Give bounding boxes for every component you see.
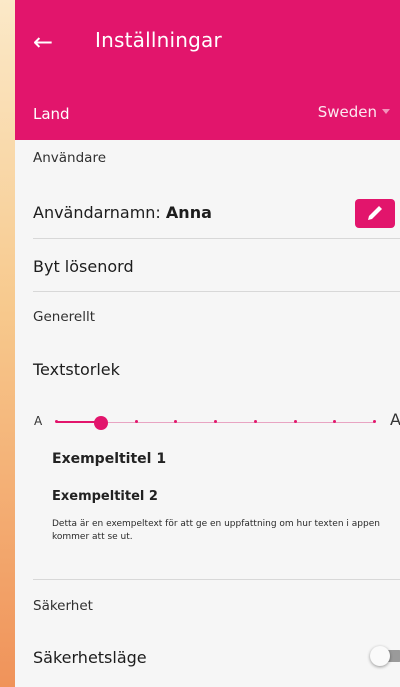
country-value: Sweden — [317, 103, 377, 121]
side-gradient-strip — [0, 0, 15, 687]
username-row: Användarnamn: Anna — [33, 203, 212, 222]
example-title-2: Exempeltitel 2 — [52, 489, 158, 504]
text-size-slider[interactable]: A A — [31, 408, 400, 438]
page-title: Inställningar — [95, 28, 222, 52]
slider-max-label: A — [390, 410, 400, 429]
change-password-row[interactable]: Byt lösenord — [33, 257, 134, 276]
arrow-left-icon[interactable]: ← — [33, 22, 63, 62]
example-text: Detta är en exempeltext för att ge en up… — [52, 519, 380, 542]
slider-thumb[interactable] — [93, 416, 108, 430]
app-bar: ← Inställningar — [15, 0, 400, 88]
settings-screen: ← Inställningar Land Sweden Användare An… — [15, 0, 400, 687]
section-heading-security: Säkerhet — [33, 598, 93, 614]
edit-username-button[interactable] — [355, 199, 395, 228]
slider-min-label: A — [34, 414, 43, 428]
section-heading-user: Användare — [33, 150, 107, 166]
slider-tick — [134, 420, 138, 423]
slider-tick — [214, 420, 217, 423]
toggle-thumb — [370, 646, 390, 666]
caret-down-icon — [382, 109, 390, 114]
divider — [33, 291, 400, 292]
country-label: Land — [33, 105, 70, 123]
divider — [33, 238, 400, 239]
pencil-icon — [368, 206, 382, 220]
username-value: Anna — [165, 203, 212, 222]
divider — [33, 579, 400, 580]
safe-mode-toggle[interactable] — [370, 645, 400, 667]
section-heading-general: Generellt — [33, 309, 95, 325]
slider-tick — [55, 420, 58, 423]
country-row: Land Sweden — [15, 88, 400, 140]
safe-mode-label: Säkerhetsläge — [33, 648, 147, 667]
slider-tick — [373, 420, 376, 423]
example-title-1: Exempeltitel 1 — [52, 451, 167, 467]
username-label: Användarnamn: — [33, 203, 161, 222]
slider-tick — [293, 420, 297, 423]
slider-tick — [253, 420, 257, 423]
text-size-label: Textstorlek — [33, 360, 120, 379]
country-dropdown[interactable]: Sweden — [318, 103, 390, 121]
